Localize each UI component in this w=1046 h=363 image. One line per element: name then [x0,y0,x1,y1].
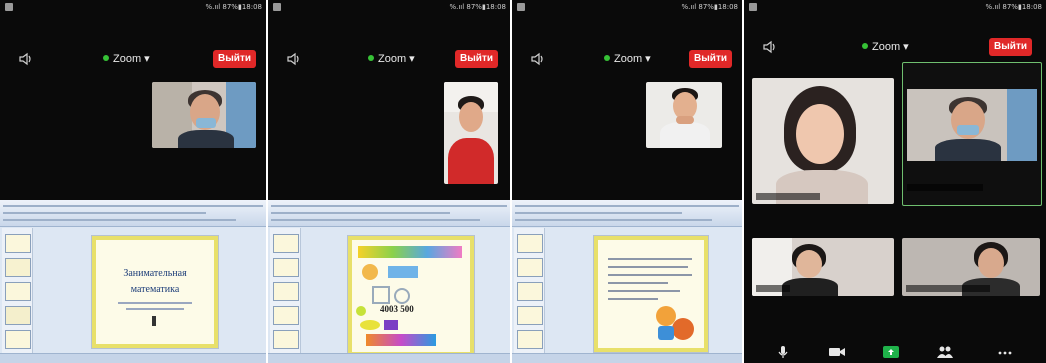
slide-thumbnail [517,282,543,301]
status-bar: %.ııl 87%▮18:08 [0,0,266,16]
notification-icon [749,3,757,11]
ppt-status-bar [268,353,510,363]
status-indicators: %.ııl 87%▮18:08 [449,3,506,11]
phone-screen-1: %.ııl 87%▮18:08 Zoom ▾ Выйти Занимательн… [0,0,266,363]
slide-thumbnail [517,234,543,253]
participant-video[interactable] [646,82,722,148]
status-bar: %.ııl 87%▮18:08 [512,0,742,16]
slide-thumbnail [5,282,31,301]
slide-thumbnails [2,228,33,353]
slide-number-text: 4003 500 [380,304,414,314]
participant-video[interactable] [444,82,498,184]
secure-dot-icon [862,43,868,49]
participant-name-label [906,285,990,292]
speaker-icon[interactable] [18,51,34,67]
meeting-top-bar: Zoom ▾ Выйти [268,46,510,72]
meeting-title-text: Zoom [872,41,901,53]
meeting-title-text: Zoom [614,53,643,65]
meeting-top-bar: Zoom ▾ Выйти [744,34,1046,60]
leave-button[interactable]: Выйти [213,50,256,68]
ppt-status-bar [512,353,742,363]
status-indicators: %.ııl 87%▮18:08 [681,3,738,11]
ppt-ribbon [268,200,510,227]
leave-button[interactable]: Выйти [989,38,1032,56]
status-indicators: %.ııl 87%▮18:08 [985,3,1042,11]
secure-dot-icon [368,55,374,61]
microphone-icon[interactable] [774,345,792,359]
presentation-screen-share: 4003 500 [268,200,510,363]
meeting-title-text: Zoom [378,53,407,65]
screenshot-collage: %.ııl 87%▮18:08 Zoom ▾ Выйти Занимательн… [0,0,1046,363]
meeting-top-bar: Zoom ▾ Выйти [512,46,742,72]
presentation-screen-share: Занимательная математика [0,200,266,363]
speaker-icon[interactable] [762,39,778,55]
meeting-toolbar [744,341,1046,363]
slide-thumbnail [273,330,299,349]
slide-thumbnails [514,228,545,353]
notification-icon [5,3,13,11]
slide-thumbnails [270,228,301,353]
notification-icon [273,3,281,11]
slide-title-line1: Занимательная [123,268,187,279]
participant-name-label [756,193,820,200]
slide-thumbnail [5,234,31,253]
secure-dot-icon [103,55,109,61]
status-indicators: %.ııl 87%▮18:08 [205,3,262,11]
ppt-ribbon [0,200,266,227]
phone-screen-4: %.ııl 87%▮18:08 Zoom ▾ Выйти [744,0,1046,363]
status-bar: %.ııl 87%▮18:08 [268,0,510,16]
meeting-title[interactable]: Zoom ▾ [368,52,415,65]
leave-button[interactable]: Выйти [455,50,498,68]
current-slide: Занимательная математика [92,236,218,348]
slide-thumbnail [5,306,31,325]
more-options-icon[interactable] [996,345,1014,359]
meeting-title[interactable]: Zoom ▾ [604,52,651,65]
ppt-status-bar [0,353,266,363]
speaker-icon[interactable] [530,51,546,67]
current-slide [594,236,708,352]
phone-screen-3: %.ııl 87%▮18:08 Zoom ▾ Выйти [512,0,742,363]
participant-video[interactable] [902,238,1040,296]
secure-dot-icon [604,55,610,61]
slide-title-line2: математика [130,284,180,295]
share-screen-icon[interactable] [882,345,900,359]
participant-video[interactable] [152,82,256,148]
slide-thumbnail [273,258,299,277]
status-bar: %.ııl 87%▮18:08 [744,0,1046,16]
participants-icon[interactable] [936,345,954,359]
notification-icon [517,3,525,11]
slide-thumbnail [5,330,31,349]
speaker-icon[interactable] [286,51,302,67]
current-slide: 4003 500 [348,236,474,356]
participant-name-label [756,285,790,292]
video-camera-icon[interactable] [828,345,846,359]
phone-screen-2: %.ııl 87%▮18:08 Zoom ▾ Выйти 4003 500 [268,0,510,363]
slide-thumbnail [273,282,299,301]
slide-thumbnail [517,306,543,325]
meeting-title-text: Zoom [113,53,142,65]
active-speaker-video[interactable] [902,62,1042,206]
participant-video[interactable] [752,238,894,296]
participant-video[interactable] [752,78,894,204]
presentation-screen-share [512,200,742,363]
leave-button[interactable]: Выйти [689,50,732,68]
slide-thumbnail [273,234,299,253]
slide-thumbnail [5,258,31,277]
meeting-title[interactable]: Zoom ▾ [862,40,909,53]
slide-thumbnail [517,330,543,349]
slide-thumbnail [517,258,543,277]
meeting-top-bar: Zoom ▾ Выйти [0,46,266,72]
slide-thumbnail [273,306,299,325]
participant-name-label [907,184,983,191]
ppt-ribbon [512,200,742,227]
meeting-title[interactable]: Zoom ▾ [103,52,150,65]
